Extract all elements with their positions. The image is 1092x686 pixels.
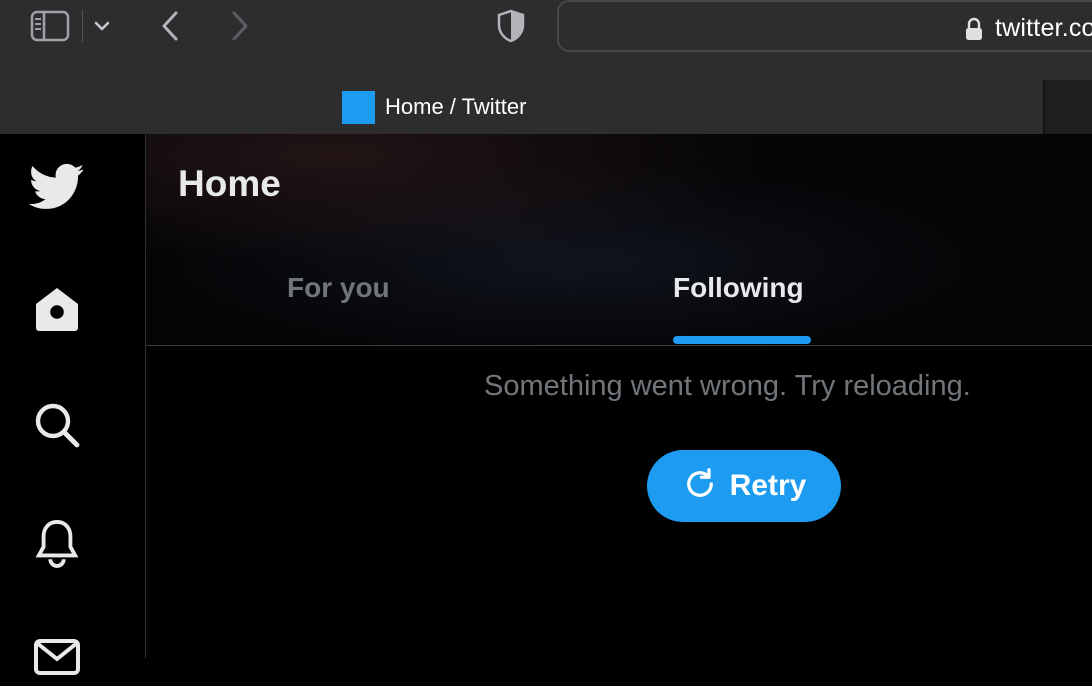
refresh-icon [682,466,718,507]
toolbar-separator [82,10,83,42]
browser-toolbar: twitter.com [0,0,1092,78]
header-background [146,134,1092,346]
active-tab-indicator [673,336,811,344]
mail-icon[interactable] [28,628,86,686]
sidebar-nav [0,134,146,675]
header-divider [146,345,1092,346]
retry-label: Retry [729,469,807,502]
back-arrow-icon[interactable] [155,6,185,46]
forward-arrow-icon[interactable] [225,6,255,46]
privacy-shield-icon[interactable] [493,6,529,46]
address-bar[interactable]: twitter.com [557,0,1092,52]
sidebar-toggle-icon[interactable] [28,6,72,46]
home-icon[interactable] [28,280,86,338]
search-icon[interactable] [28,396,86,454]
retry-button[interactable]: Retry [647,450,841,522]
twitter-bird-icon[interactable] [28,158,86,216]
bell-icon[interactable] [28,514,86,572]
page-title: Home [178,163,281,204]
tab-title: Home / Twitter [385,94,527,119]
browser-tab-next[interactable] [1043,80,1092,134]
browser-tabbar [0,78,1092,134]
browser-tab-active[interactable]: Home / Twitter [342,90,526,124]
url-text: twitter.com [995,14,1092,42]
lock-icon [965,17,983,46]
chevron-down-icon[interactable] [90,14,114,38]
favicon-icon [342,90,375,124]
tab-following[interactable]: Following [673,272,804,304]
error-message: Something went wrong. Try reloading. [484,370,971,402]
tab-for-you[interactable]: For you [287,272,390,304]
